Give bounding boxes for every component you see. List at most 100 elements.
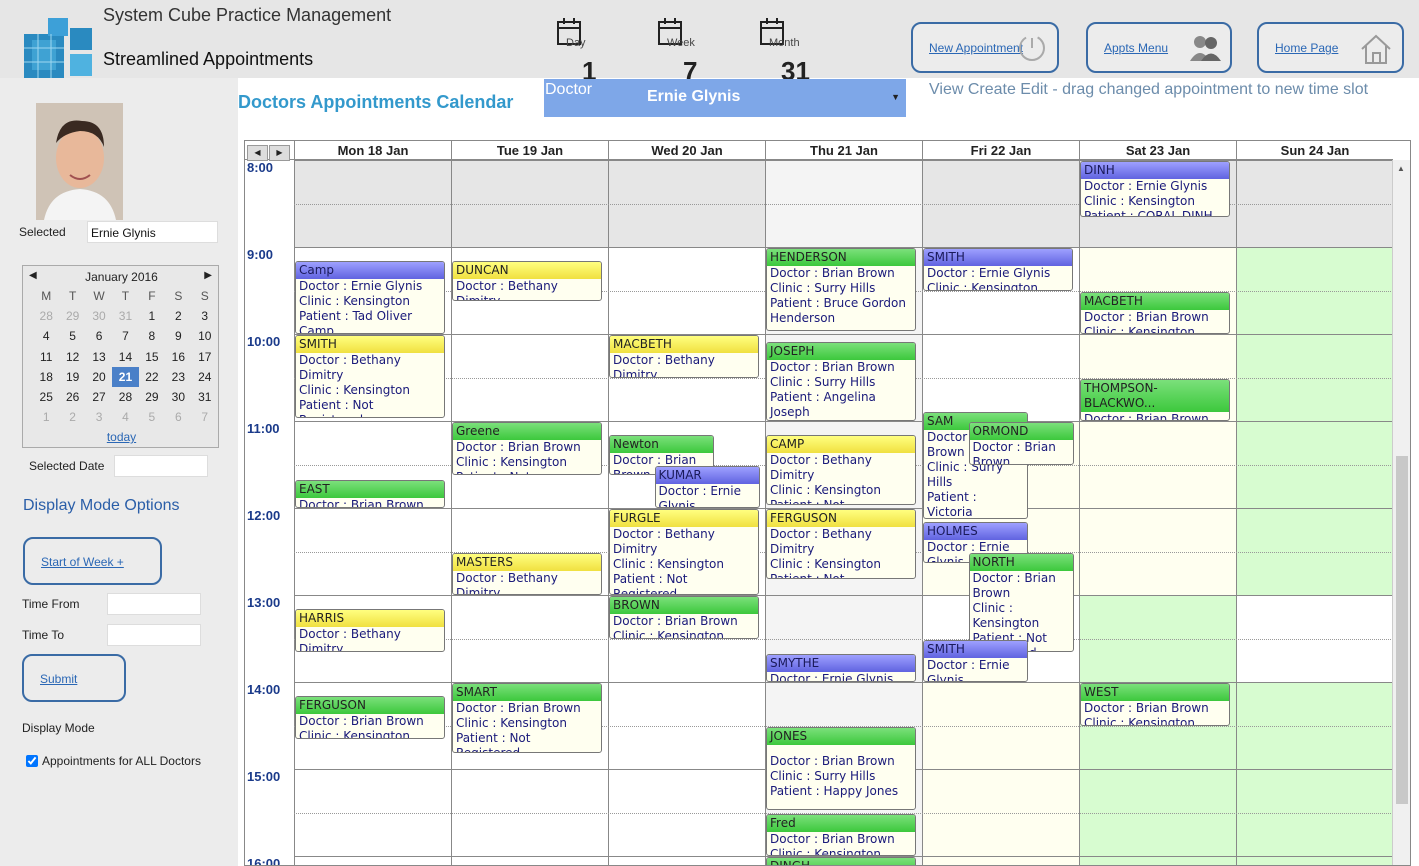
appointment-card[interactable]: MACBETH Doctor : Brian Brown Clinic : Kens… — [1080, 292, 1230, 334]
appointment-card[interactable]: KUMAR Doctor : Ernie Glynis — [654, 466, 760, 508]
calendar-day[interactable]: 9 — [165, 326, 191, 346]
doctor-select[interactable]: Ernie Glynis ▼ — [634, 79, 906, 117]
submit-button[interactable]: Submit — [22, 654, 126, 702]
day-view-button[interactable]: Day 1 — [556, 18, 616, 84]
next-week-icon[interactable]: ▶ — [269, 145, 290, 161]
calendar-day[interactable]: 28 — [33, 306, 59, 326]
calendar-day[interactable]: 15 — [139, 347, 165, 367]
appts-menu-button[interactable]: Appts Menu — [1086, 22, 1232, 73]
calendar-day[interactable]: 24 — [192, 367, 218, 387]
time-from-field[interactable] — [107, 593, 201, 615]
calendar-day[interactable]: 1 — [139, 306, 165, 326]
appointment-card[interactable]: FERGUSON Doctor : Bethany Dimitry Clinic : … — [766, 509, 916, 579]
vertical-scrollbar[interactable]: ▲ — [1392, 160, 1410, 865]
calendar-day[interactable]: 7 — [112, 326, 138, 346]
appointment-card[interactable]: SMART Doctor : Brian Brown Clinic : Kensin… — [452, 683, 602, 753]
calendar-day[interactable]: 10 — [192, 326, 218, 346]
calendar-day[interactable]: 17 — [192, 347, 218, 367]
calendar-day[interactable]: 5 — [59, 326, 85, 346]
calendar-day[interactable]: 12 — [59, 347, 85, 367]
calendar-day[interactable]: 7 — [192, 407, 218, 427]
week-view-button[interactable]: Week 7 — [657, 18, 717, 84]
calendar-day[interactable]: 18 — [33, 367, 59, 387]
calendar-day[interactable]: 30 — [86, 306, 112, 326]
calendar-day[interactable]: 29 — [59, 306, 85, 326]
calendar-day[interactable]: 25 — [33, 387, 59, 407]
appointment-card[interactable]: FURGLE Doctor : Bethany Dimitry Clinic : Ke… — [609, 509, 759, 595]
calendar-day[interactable]: 1 — [33, 407, 59, 427]
time-slot[interactable] — [1236, 682, 1393, 865]
time-slot[interactable] — [922, 682, 1079, 865]
calendar-day[interactable]: 30 — [165, 387, 191, 407]
appointment-card[interactable]: WEST Doctor : Brian Brown Clinic : Kensing… — [1080, 683, 1230, 726]
mini-calendar: ◀ January 2016 ▶ M T W T F S S 28 29 30 31 1 2 3 4 5 6 7 8… — [22, 265, 219, 448]
calendar-day[interactable]: 5 — [139, 407, 165, 427]
calendar-day[interactable]: 19 — [59, 367, 85, 387]
calendar-day[interactable]: 16 — [165, 347, 191, 367]
calendar-day[interactable]: 8 — [139, 326, 165, 346]
calendar-day[interactable]: 27 — [86, 387, 112, 407]
calendar-day[interactable]: 4 — [33, 326, 59, 346]
next-month-icon[interactable]: ▶ — [204, 270, 212, 281]
calendar-day[interactable]: 2 — [165, 306, 191, 326]
selected-doctor-field[interactable]: Ernie Glynis — [87, 221, 218, 243]
calendar-day[interactable]: 14 — [112, 347, 138, 367]
appointment-title: SMART — [453, 684, 601, 701]
time-to-field[interactable] — [107, 624, 201, 646]
appointment-detail: Camp — [299, 324, 335, 334]
calendar-day[interactable]: 13 — [86, 347, 112, 367]
appointment-card[interactable]: SMYTHE Doctor : Ernie Glynis — [766, 654, 916, 682]
calendar-day[interactable]: 21 — [112, 366, 139, 387]
appointment-card[interactable]: Fred Doctor : Brian Brown Clinic : Kensing… — [766, 814, 916, 856]
calendar-day[interactable]: 26 — [59, 387, 85, 407]
appointment-card[interactable]: FERGUSON Doctor : Brian Brown Clinic : Ken… — [295, 696, 445, 739]
calendar-day[interactable]: 3 — [192, 306, 218, 326]
scroll-up-icon[interactable]: ▲ — [1397, 164, 1405, 173]
appointment-card[interactable]: SMITH Doctor : Ernie Glynis Clinic : Kensi… — [923, 248, 1073, 291]
appointment-card[interactable]: DINGH — [766, 857, 916, 865]
appointment-card[interactable]: Greene Doctor : Brian Brown Clinic : Kensi… — [452, 422, 602, 475]
appointment-card[interactable]: HENDERSON Doctor : Brian Brown Clinic : Su… — [766, 248, 916, 331]
new-appointment-button[interactable]: New Appointment — [911, 22, 1059, 73]
calendar-day[interactable]: 28 — [112, 387, 138, 407]
calendar-day[interactable]: 31 — [192, 387, 218, 407]
calendar-day[interactable]: 20 — [86, 367, 112, 387]
appointment-card[interactable]: Camp Doctor : Ernie Glynis Clinic : Kensin… — [295, 261, 445, 334]
today-link[interactable]: today — [23, 430, 220, 444]
appointment-detail: Patient : Not Registered — [770, 498, 845, 505]
prev-week-icon[interactable]: ◀ — [247, 145, 268, 161]
calendar-day[interactable]: 4 — [112, 407, 138, 427]
scrollbar-thumb[interactable] — [1396, 456, 1408, 804]
calendar-day[interactable]: 31 — [112, 306, 138, 326]
calendar-day[interactable]: 23 — [165, 367, 191, 387]
selected-date-field[interactable] — [114, 455, 208, 477]
appointment-card[interactable]: JOSEPH Doctor : Brian Brown Clinic : Surry… — [766, 342, 916, 421]
month-view-button[interactable]: Month 31 — [759, 18, 819, 84]
appointment-card[interactable]: NORTH Doctor : Brian Brown Clinic : Kensingt… — [968, 553, 1074, 652]
appointment-card[interactable]: SMITH Doctor : Bethany Dimitry Clinic : Ken… — [295, 335, 445, 418]
calendar-day[interactable]: 29 — [139, 387, 165, 407]
start-of-week-button[interactable]: Start of Week + — [23, 537, 162, 585]
appointment-card[interactable]: ORMOND Doctor : Brian Brown — [968, 422, 1074, 465]
appointment-card[interactable]: SMITH Doctor : Ernie Glynis — [923, 640, 1029, 682]
appointment-card[interactable]: CAMP Doctor : Bethany Dimitry Clinic : Kens… — [766, 435, 916, 505]
appointment-card[interactable]: MASTERS Doctor : Bethany Dimitry — [452, 553, 602, 595]
appointment-card[interactable]: BROWN Doctor : Brian Brown Clinic : Kensin… — [609, 596, 759, 639]
home-page-button[interactable]: Home Page — [1257, 22, 1404, 73]
appointment-card[interactable]: MACBETH Doctor : Bethany Dimitry — [609, 335, 759, 378]
calendar-day[interactable]: 6 — [86, 326, 112, 346]
all-doctors-checkbox[interactable] — [26, 755, 38, 767]
appointment-card[interactable]: JONES Doctor : Brian Brown Clinic : Surry … — [766, 727, 916, 810]
appointment-card[interactable]: EASTDoctor : Brian BrownClinic : Kensing… — [295, 480, 445, 508]
appointment-card[interactable]: DINH Doctor : Ernie Glynis Clinic : Kensin… — [1080, 161, 1230, 217]
appointment-card[interactable]: THOMPSON-BLACKWO...Doctor : Brian BrownC… — [1080, 379, 1230, 421]
appointment-detail: Patient : Not Registered — [456, 731, 531, 753]
appointment-detail: Patient : Angelina — [770, 390, 876, 404]
appointment-card[interactable]: HARRIS Doctor : Bethany Dimitry — [295, 609, 445, 652]
calendar-day[interactable]: 22 — [139, 367, 165, 387]
calendar-day[interactable]: 11 — [33, 347, 59, 367]
calendar-day[interactable]: 6 — [165, 407, 191, 427]
appointment-card[interactable]: DUNCAN Doctor : Bethany Dimitry — [452, 261, 602, 301]
calendar-day[interactable]: 3 — [86, 407, 112, 427]
calendar-day[interactable]: 2 — [59, 407, 85, 427]
